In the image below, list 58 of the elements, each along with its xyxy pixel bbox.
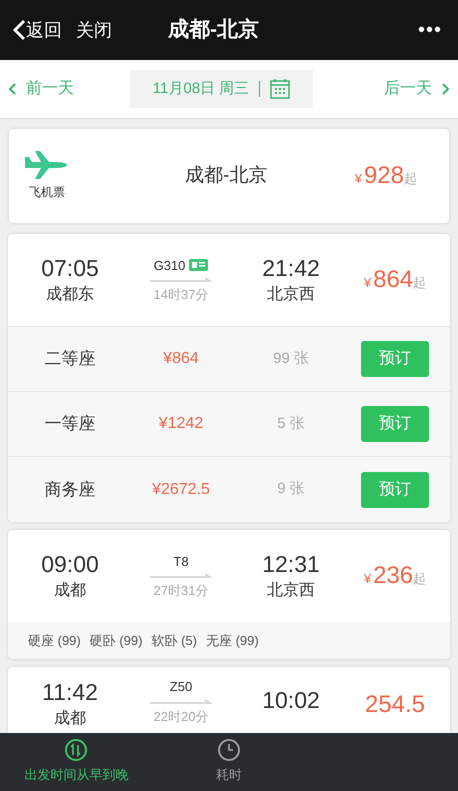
seat-availability: 软卧 (5) (151, 632, 197, 650)
price: 236 (373, 561, 414, 591)
depart-station: 成都 (54, 580, 86, 601)
seat-class: 一等座 (44, 413, 96, 436)
back-chevron-icon (12, 19, 26, 41)
airplane-icon (25, 151, 69, 179)
seat-class: 商务座 (44, 478, 96, 501)
calendar-icon (270, 79, 290, 99)
clock-icon (218, 739, 240, 762)
flight-price: 928 (364, 161, 404, 191)
seat-availability: 硬卧 (99) (90, 632, 142, 650)
price: 864 (373, 265, 414, 295)
arrive-station: 北京西 (267, 580, 315, 601)
flight-card[interactable]: 飞机票 成都-北京 ¥928起 (9, 129, 449, 223)
flight-route: 成都-北京 (185, 164, 268, 188)
price-suffix: 起 (413, 570, 426, 588)
price-suffix: 起 (404, 170, 417, 188)
sort-tab[interactable]: 出发时间从早到晚 (0, 733, 153, 791)
ticket-count: 9 张 (276, 479, 306, 500)
price: 254.5 (364, 690, 426, 720)
seat-availability: 无座 (99) (206, 632, 259, 650)
sort-tab[interactable]: 耗时 (152, 733, 306, 791)
seat-availability: 硬座 (99) (28, 632, 81, 650)
depart-time: 09:00 (41, 550, 99, 579)
arrive-time: 12:31 (262, 550, 320, 579)
sort-arrows-icon (65, 739, 88, 762)
close-button[interactable]: 关闭 (76, 16, 112, 44)
more-button[interactable]: ••• (418, 15, 446, 45)
train-number: T8 (173, 552, 189, 570)
arrive-time: 10:02 (262, 686, 320, 715)
train-number: G310 (154, 256, 186, 274)
train-card[interactable]: 11:42 成都 Z50 22时20分 10:02 254.5 (8, 667, 450, 733)
price-suffix: 起 (413, 274, 426, 292)
currency-sign: ¥ (354, 170, 362, 188)
flight-label: 飞机票 (29, 184, 65, 201)
chevron-right-icon (442, 83, 450, 95)
seat-class: 二等座 (44, 348, 96, 370)
currency-sign: ¥ (364, 570, 372, 588)
depart-time: 11:42 (42, 678, 98, 707)
seat-price: ¥864 (162, 349, 200, 369)
seat-price: ¥1242 (158, 414, 204, 434)
window-title: 成都-北京 (168, 16, 259, 44)
arrive-station: 北京西 (267, 284, 315, 305)
train-number: Z50 (170, 678, 192, 696)
depart-station: 成都 (54, 708, 86, 729)
ticket-count: 99 张 (272, 348, 310, 369)
duration: 27时31分 (154, 582, 208, 600)
back-button[interactable]: 返回 (12, 16, 62, 44)
duration: 22时20分 (154, 708, 208, 726)
duration: 14时37分 (154, 286, 208, 304)
arrive-time: 21:42 (262, 254, 320, 283)
depart-station: 成都东 (46, 284, 94, 305)
seat-price: ¥2672.5 (151, 480, 211, 500)
depart-time: 07:05 (41, 254, 99, 283)
chevron-left-icon (8, 83, 16, 95)
train-card[interactable]: 09:00 成都 T8 27时31分 12:31 北京西 ¥236起 硬座 (99) 硬卧 (99) 软卧 (5) 无座 (99) (8, 530, 450, 659)
currency-sign: ¥ (364, 274, 372, 292)
ticket-count: 5 张 (276, 414, 306, 434)
